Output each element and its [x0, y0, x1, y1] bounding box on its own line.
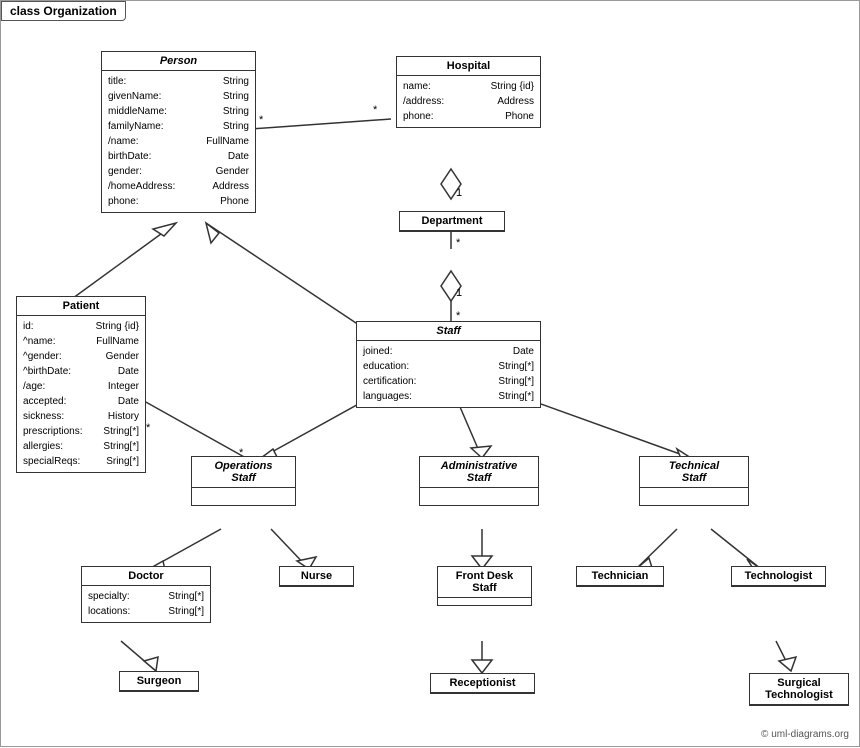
administrative-staff-class: Administrative Staff — [419, 456, 539, 506]
nurse-class-name: Nurse — [280, 567, 353, 586]
svg-text:*: * — [146, 422, 151, 434]
technician-class-name: Technician — [577, 567, 663, 586]
staff-class-attrs: joined:Date education:String[*] certific… — [357, 341, 540, 407]
nurse-class: Nurse — [279, 566, 354, 587]
staff-class-name: Staff — [357, 322, 540, 341]
patient-class-attrs: id:String {id} ^name:FullName ^gender:Ge… — [17, 316, 145, 472]
staff-class: Staff joined:Date education:String[*] ce… — [356, 321, 541, 408]
receptionist-class: Receptionist — [430, 673, 535, 694]
doctor-class-name: Doctor — [82, 567, 210, 586]
hospital-class: Hospital name:String {id} /address:Addre… — [396, 56, 541, 128]
svg-text:*: * — [373, 104, 378, 116]
technical-staff-class-name: Technical Staff — [640, 457, 748, 488]
surgical-technologist-class: Surgical Technologist — [749, 673, 849, 706]
surgeon-class-name: Surgeon — [120, 672, 198, 691]
technologist-class-name: Technologist — [732, 567, 825, 586]
surgical-technologist-class-name: Surgical Technologist — [750, 674, 848, 705]
diagram-container: class Organization * * 1 * 1 * * * — [0, 0, 860, 747]
operations-staff-class: Operations Staff — [191, 456, 296, 506]
svg-text:*: * — [259, 114, 264, 126]
person-class-attrs: title:String givenName:String middleName… — [102, 71, 255, 212]
front-desk-staff-class: Front Desk Staff — [437, 566, 532, 606]
copyright-text: © uml-diagrams.org — [761, 729, 849, 740]
svg-text:*: * — [456, 237, 461, 249]
technician-class: Technician — [576, 566, 664, 587]
doctor-class: Doctor specialty:String[*] locations:Str… — [81, 566, 211, 623]
hospital-class-attrs: name:String {id} /address:Address phone:… — [397, 76, 540, 127]
department-class-name: Department — [400, 212, 504, 231]
person-class-name: Person — [102, 52, 255, 71]
surgeon-class: Surgeon — [119, 671, 199, 692]
receptionist-class-name: Receptionist — [431, 674, 534, 693]
technologist-class: Technologist — [731, 566, 826, 587]
hospital-class-name: Hospital — [397, 57, 540, 76]
patient-class-name: Patient — [17, 297, 145, 316]
department-class: Department — [399, 211, 505, 232]
doctor-class-attrs: specialty:String[*] locations:String[*] — [82, 586, 210, 622]
svg-text:1: 1 — [456, 287, 462, 299]
administrative-staff-class-name: Administrative Staff — [420, 457, 538, 488]
diagram-title: class Organization — [1, 1, 126, 21]
technical-staff-class: Technical Staff — [639, 456, 749, 506]
person-class: Person title:String givenName:String mid… — [101, 51, 256, 213]
front-desk-staff-class-name: Front Desk Staff — [438, 567, 531, 598]
svg-text:1: 1 — [456, 187, 462, 199]
patient-class: Patient id:String {id} ^name:FullName ^g… — [16, 296, 146, 473]
operations-staff-class-name: Operations Staff — [192, 457, 295, 488]
